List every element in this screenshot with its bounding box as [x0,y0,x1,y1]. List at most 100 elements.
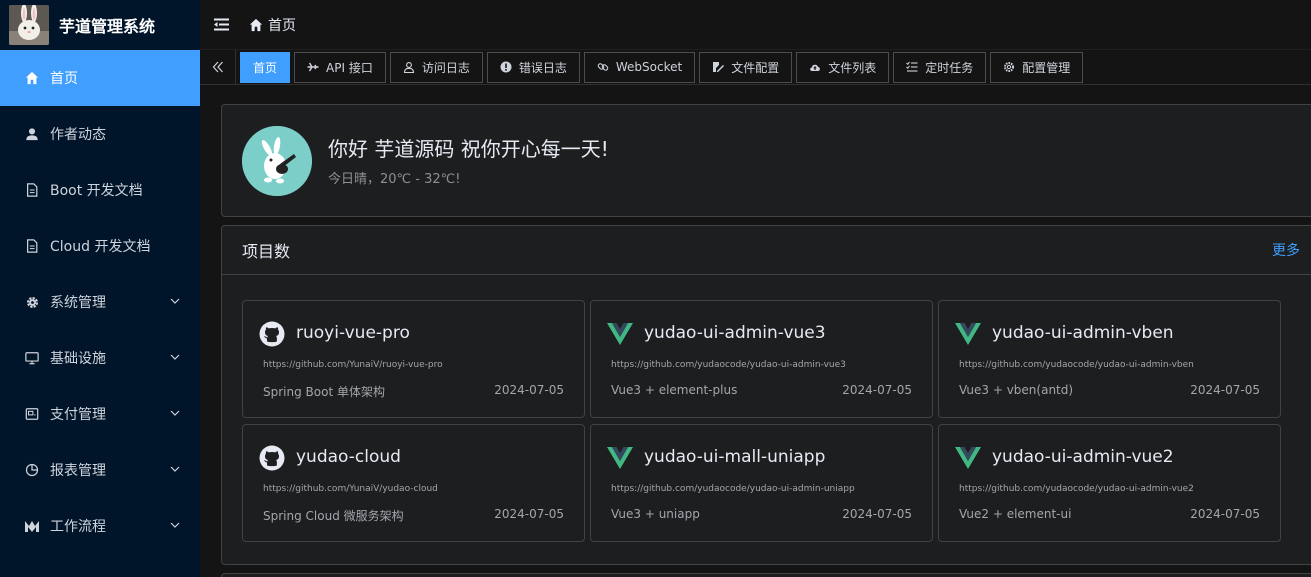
project-date: 2024-07-05 [842,507,912,521]
sidebar-item-label: 系统管理 [50,295,106,311]
monitor-icon [24,350,40,366]
tab-label: 文件列表 [828,60,877,75]
project-url: https://github.com/yudaocode/yudao-ui-ad… [959,360,1194,370]
project-name: ruoyi-vue-pro [296,323,410,343]
tab-file-config[interactable]: 文件配置 [699,51,793,83]
welcome-card: 你好 芋道源码 祝你开心每一天! 今日晴，20℃ - 32℃! [221,104,1311,217]
list-check-icon [906,61,918,73]
project-url: https://github.com/YunaiV/ruoyi-vue-pro [263,360,443,370]
sidebar-item-label: Boot 开发文档 [50,183,143,199]
tags-view: 首页 API 接口 访问日志 错误日志 WebSocket 文件配置 文件列表 … [200,49,1311,85]
sidebar-item-label: Cloud 开发文档 [50,239,151,255]
project-name: yudao-cloud [296,447,401,467]
settings-icon [1003,61,1015,73]
project-url: https://github.com/yudaocode/yudao-ui-ad… [611,484,855,494]
tab-label: 文件配置 [731,60,780,75]
sidebar-item-label: 作者动态 [50,127,106,143]
top-header: 首页 [200,0,1311,50]
project-card[interactable]: yudao-ui-admin-vue3 https://github.com/y… [590,300,933,418]
project-description: Spring Boot 单体架构 [263,385,385,399]
avatar[interactable] [242,126,312,196]
vue-icon [955,323,981,345]
logo-row[interactable]: 芋道管理系统 [0,0,200,50]
project-card[interactable]: yudao-ui-admin-vue2 https://github.com/y… [938,424,1281,542]
sidebar-item-infra[interactable]: 基础设施 [0,330,200,386]
project-date: 2024-07-05 [1190,383,1260,397]
sidebar: 芋道管理系统 首页 作者动态 Boot 开发文档 Cloud 开发文档 系统管理 [0,0,200,577]
project-url: https://github.com/YunaiV/yudao-cloud [263,484,438,494]
projects-title: 项目数 [242,242,291,261]
project-description: Vue3 + element-plus [611,383,738,397]
breadcrumb-label: 首页 [268,17,296,34]
tab-label: 首页 [253,60,278,75]
sidebar-item-author-news[interactable]: 作者动态 [0,106,200,162]
project-url: https://github.com/yudaocode/yudao-ui-ad… [959,484,1194,494]
pie-chart-icon [24,462,40,478]
tab-error-log[interactable]: 错误日志 [486,51,580,83]
tab-websocket[interactable]: WebSocket [583,51,696,83]
edit-icon [712,61,725,73]
project-name: yudao-ui-admin-vue3 [644,323,826,343]
tab-access-log[interactable]: 访问日志 [389,51,483,83]
project-card[interactable]: yudao-ui-mall-uniapp https://github.com/… [590,424,933,542]
project-date: 2024-07-05 [842,383,912,397]
home-icon [249,18,263,32]
welcome-greeting: 你好 芋道源码 祝你开心每一天! [328,137,609,161]
chevron-down-icon [170,298,180,304]
breadcrumb[interactable]: 首页 [249,15,296,35]
sidebar-item-reports[interactable]: 报表管理 [0,442,200,498]
next-card [221,573,1311,577]
project-name: yudao-ui-admin-vue2 [992,447,1174,467]
tab-home[interactable]: 首页 [240,51,291,83]
project-description: Vue3 + vben(antd) [959,383,1074,397]
tab-file-list[interactable]: 文件列表 [796,51,890,83]
payment-icon [24,406,40,422]
chevron-down-icon [170,522,180,528]
sidebar-item-system[interactable]: 系统管理 [0,274,200,330]
project-date: 2024-07-05 [494,507,564,521]
sidebar-item-cloud-docs[interactable]: Cloud 开发文档 [0,218,200,274]
chevron-down-icon [170,354,180,360]
sidebar-item-payment[interactable]: 支付管理 [0,386,200,442]
tab-scheduled-task[interactable]: 定时任务 [893,51,987,83]
sidebar-item-boot-docs[interactable]: Boot 开发文档 [0,162,200,218]
project-date: 2024-07-05 [1190,507,1260,521]
workflow-icon [24,518,40,534]
more-link[interactable]: 更多 [1272,240,1300,260]
project-name: yudao-ui-admin-vben [992,323,1174,343]
sidebar-item-label: 支付管理 [50,407,106,423]
github-icon [259,321,285,347]
sidebar-item-home[interactable]: 首页 [0,50,200,106]
sidebar-item-label: 基础设施 [50,351,106,367]
project-name: yudao-ui-mall-uniapp [644,447,826,467]
vue-icon [607,447,633,469]
user-icon [24,126,40,142]
project-description: Vue2 + element-ui [959,507,1072,521]
chevron-down-icon [170,466,180,472]
sidebar-item-label: 首页 [50,71,78,87]
double-chevron-left-icon[interactable] [200,49,236,85]
project-card[interactable]: ruoyi-vue-pro https://github.com/YunaiV/… [242,300,585,418]
sidebar-item-label: 工作流程 [50,519,106,535]
tab-label: API 接口 [326,60,373,75]
tab-label: 访问日志 [421,60,470,75]
menu-toggle-icon[interactable] [213,17,229,33]
sidebar-item-workflow[interactable]: 工作流程 [0,498,200,554]
tab-label: 配置管理 [1022,60,1071,75]
tab-api[interactable]: API 接口 [294,51,386,83]
project-url: https://github.com/yudaocode/yudao-ui-ad… [611,360,846,370]
chevron-down-icon [170,410,180,416]
project-description: Spring Cloud 微服务架构 [263,509,404,523]
projects-card: 项目数 更多 ruoyi-vue-pro https://github.com/… [221,225,1311,565]
tab-config-mgmt[interactable]: 配置管理 [990,51,1084,83]
gear-icon [24,294,40,310]
projects-header: 项目数 更多 [222,226,1311,275]
app-title: 芋道管理系统 [59,17,156,36]
project-card[interactable]: yudao-cloud https://github.com/YunaiV/yu… [242,424,585,542]
project-description: Vue3 + uniapp [611,507,700,521]
project-card[interactable]: yudao-ui-admin-vben https://github.com/y… [938,300,1281,418]
github-icon [259,445,285,471]
tab-label: WebSocket [615,60,683,74]
logo-image [9,5,49,45]
cloud-upload-icon [809,61,821,73]
